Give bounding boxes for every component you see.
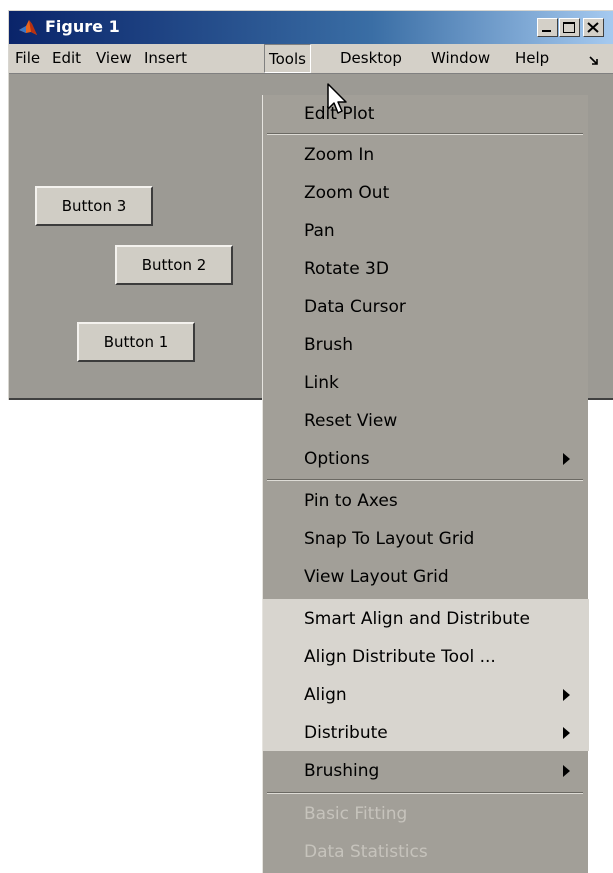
menu-view[interactable]: View (92, 44, 136, 73)
menu-item-link[interactable]: Link (304, 364, 339, 402)
menu-item-data-statistics: Data Statistics (304, 842, 428, 862)
tools-menu-dropdown: Edit Plot Zoom In Zoom Out Pan Rotate 3D… (262, 95, 589, 873)
screen: Figure 1 File Edit View Insert Tools Des… (0, 0, 613, 873)
menu-desktop[interactable]: Desktop (336, 44, 406, 73)
title-bar[interactable]: Figure 1 (9, 11, 613, 44)
menu-separator (267, 133, 583, 135)
menu-item-align[interactable]: Align (304, 676, 347, 714)
maximize-icon (563, 22, 575, 33)
menu-item-view-layout-grid[interactable]: View Layout Grid (304, 558, 449, 596)
menu-insert[interactable]: Insert (140, 44, 191, 73)
menu-bar: File Edit View Insert Tools Desktop Wind… (9, 44, 613, 74)
menu-item-align-distribute-tool[interactable]: Align Distribute Tool ... (304, 638, 496, 676)
menu-tools[interactable]: Tools (264, 44, 311, 73)
menu-item-zoom-out[interactable]: Zoom Out (304, 174, 389, 212)
button-1[interactable]: Button 1 (77, 322, 195, 362)
menu-help[interactable]: Help (511, 44, 553, 73)
menu-file[interactable]: File (11, 44, 44, 73)
button-3[interactable]: Button 3 (35, 186, 153, 226)
menu-item-rotate-3d[interactable]: Rotate 3D (304, 250, 389, 288)
submenu-arrow-icon (563, 727, 570, 739)
mouse-pointer-icon (327, 83, 347, 114)
menu-item-brushing[interactable]: Brushing (304, 752, 379, 790)
menu-item-distribute[interactable]: Distribute (304, 714, 388, 752)
menu-window[interactable]: Window (427, 44, 494, 73)
menu-item-basic-fitting: Basic Fitting (304, 804, 408, 824)
menu-item-options[interactable]: Options (304, 440, 370, 478)
submenu-arrow-icon (563, 453, 570, 465)
menu-separator (267, 792, 583, 794)
submenu-arrow-icon (563, 689, 570, 701)
menu-item-brush[interactable]: Brush (304, 326, 353, 364)
close-icon (587, 22, 599, 33)
menu-item-data-cursor[interactable]: Data Cursor (304, 288, 406, 326)
maximize-button[interactable] (559, 18, 580, 37)
button-2[interactable]: Button 2 (115, 245, 233, 285)
submenu-arrow-icon (563, 765, 570, 777)
menu-item-pin-to-axes[interactable]: Pin to Axes (304, 482, 398, 520)
menu-item-snap-to-layout-grid[interactable]: Snap To Layout Grid (304, 520, 474, 558)
menu-separator (267, 479, 583, 481)
window-title: Figure 1 (45, 17, 120, 36)
menu-edit[interactable]: Edit (48, 44, 85, 73)
minimize-button[interactable] (537, 18, 558, 37)
chevron-right-icon[interactable] (589, 56, 599, 66)
matlab-logo-icon (19, 20, 37, 35)
minimize-icon (542, 30, 551, 32)
menu-item-reset-view[interactable]: Reset View (304, 402, 397, 440)
menu-item-smart-align-distribute[interactable]: Smart Align and Distribute (304, 600, 530, 638)
menu-item-pan[interactable]: Pan (304, 212, 335, 250)
close-button[interactable] (583, 18, 604, 37)
menu-item-zoom-in[interactable]: Zoom In (304, 136, 374, 174)
